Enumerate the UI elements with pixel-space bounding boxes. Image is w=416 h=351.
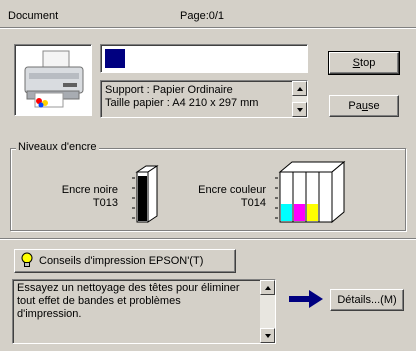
scroll-down-button[interactable] [292, 102, 307, 117]
details-button[interactable]: Détails...(M) [330, 289, 404, 311]
printing-tips-button[interactable]: Conseils d'impression EPSON'(T) [14, 249, 236, 273]
progress-bar [100, 44, 308, 73]
tips-scroll-down-button[interactable] [260, 328, 275, 343]
stop-button-label: Stop [352, 57, 376, 69]
tips-scroll-up-button[interactable] [260, 280, 275, 295]
black-ink-label-block: Encre noire T013 [30, 184, 118, 210]
printer-icon-frame [14, 44, 92, 116]
header-separator [0, 27, 416, 29]
tips-scroll-down-icon [264, 333, 271, 338]
tips-text-box: Essayez un nettoyage des têtes pour élim… [12, 279, 276, 344]
pause-button-label: Pause [348, 100, 380, 112]
middle-separator [0, 238, 416, 240]
black-ink-code: T013 [92, 197, 118, 209]
tips-scroll-up-icon [264, 285, 271, 290]
status-box: Support : Papier Ordinaire Taille papier… [100, 80, 308, 118]
color-ink-code: T014 [240, 197, 266, 209]
color-ink-label-block: Encre couleur T014 [176, 184, 266, 210]
arrow-right-icon [289, 290, 325, 311]
ink-levels-title: Niveaux d'encre [16, 141, 99, 153]
tips-line-3: d'impression. [17, 308, 82, 320]
black-ink-cartridge-icon [126, 164, 166, 229]
status-line-media: Support : Papier Ordinaire [105, 84, 233, 96]
document-label: Document [8, 10, 59, 22]
printing-tips-label: Conseils d'impression EPSON'(T) [39, 255, 204, 267]
pause-button[interactable]: Pause [329, 95, 399, 117]
progress-fill [105, 49, 125, 68]
status-line-paper-size: Taille papier : A4 210 x 297 mm [105, 97, 259, 109]
scroll-up-button[interactable] [292, 81, 307, 96]
color-ink-cartridge-icon [272, 160, 350, 227]
tips-scrollbar[interactable] [260, 280, 275, 343]
printer-icon [19, 49, 87, 114]
color-ink-label: Encre couleur [198, 184, 266, 196]
scroll-up-icon [296, 86, 303, 91]
tips-line-1: Essayez un nettoyage des têtes pour élim… [17, 282, 240, 294]
stop-button[interactable]: Stop [328, 51, 400, 75]
status-scrollbar[interactable] [292, 81, 307, 117]
lightbulb-icon [21, 252, 33, 271]
page-counter: Page:0/1 [180, 10, 225, 22]
black-ink-label: Encre noire [61, 184, 118, 196]
tips-line-2: tout effet de bandes et problèmes [17, 295, 181, 307]
details-button-label: Détails...(M) [337, 294, 397, 306]
scroll-down-icon [296, 107, 303, 112]
